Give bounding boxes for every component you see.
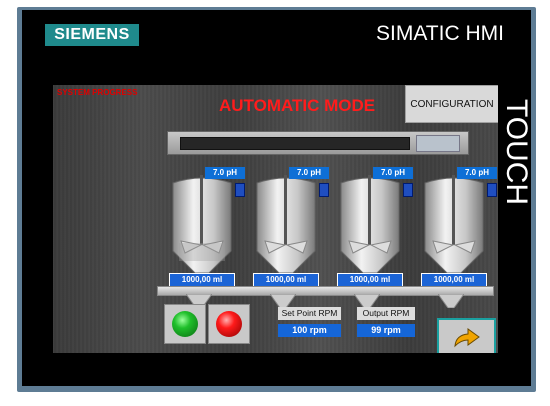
- plc-rack: [167, 131, 469, 155]
- touch-text: TOUCH: [500, 98, 533, 206]
- ph-display: 7.0 pH: [457, 167, 497, 179]
- volume-display: 1000,00 ml: [253, 273, 319, 287]
- mode-title: AUTOMATIC MODE: [219, 96, 376, 115]
- tank-vessel: [172, 175, 232, 274]
- output-label: Output RPM: [357, 307, 415, 320]
- outlet-funnel: [438, 294, 464, 308]
- ph-sensor-icon: [487, 183, 497, 197]
- ph-sensor-icon: [235, 183, 245, 197]
- outlet-funnel: [270, 294, 296, 308]
- touch-label: TOUCH: [496, 96, 536, 208]
- ph-display: 7.0 pH: [289, 167, 329, 179]
- hmi-screen: SYSTEM PROGRESS AUTOMATIC MODE CONFIGURA…: [53, 85, 498, 353]
- system-progress-label[interactable]: SYSTEM PROGRESS: [57, 88, 137, 97]
- ph-sensor-icon: [319, 183, 329, 197]
- tank-vessel: [256, 175, 316, 274]
- configuration-button[interactable]: CONFIGURATION: [405, 85, 498, 123]
- setpoint-label: Set Point RPM: [278, 307, 341, 320]
- rack-panel: [416, 135, 460, 152]
- brand-logo: SIEMENS: [45, 24, 139, 46]
- rack-slot: [180, 137, 410, 150]
- next-screen-button[interactable]: [437, 318, 496, 353]
- volume-display: 1000,00 ml: [169, 273, 235, 287]
- product-name: SIMATIC HMI: [376, 22, 504, 45]
- output-value: 99 rpm: [357, 324, 415, 337]
- outlet-funnel: [354, 294, 380, 308]
- arrow-next-icon: [453, 327, 480, 347]
- hmi-device: SIEMENS SIMATIC HMI TOUCH SYSTEM PROGRES…: [0, 0, 550, 406]
- setpoint-value[interactable]: 100 rpm: [278, 324, 341, 337]
- volume-display: 1000,00 ml: [337, 273, 403, 287]
- stop-button[interactable]: [208, 304, 250, 344]
- green-start-lamp-icon: [172, 311, 198, 337]
- volume-display: 1000,00 ml: [421, 273, 487, 287]
- ph-display: 7.0 pH: [373, 167, 413, 179]
- ph-display: 7.0 pH: [205, 167, 245, 179]
- red-stop-lamp-icon: [216, 311, 242, 337]
- tank-vessel: [340, 175, 400, 274]
- tank-vessel: [424, 175, 484, 274]
- start-button[interactable]: [164, 304, 206, 344]
- ph-sensor-icon: [403, 183, 413, 197]
